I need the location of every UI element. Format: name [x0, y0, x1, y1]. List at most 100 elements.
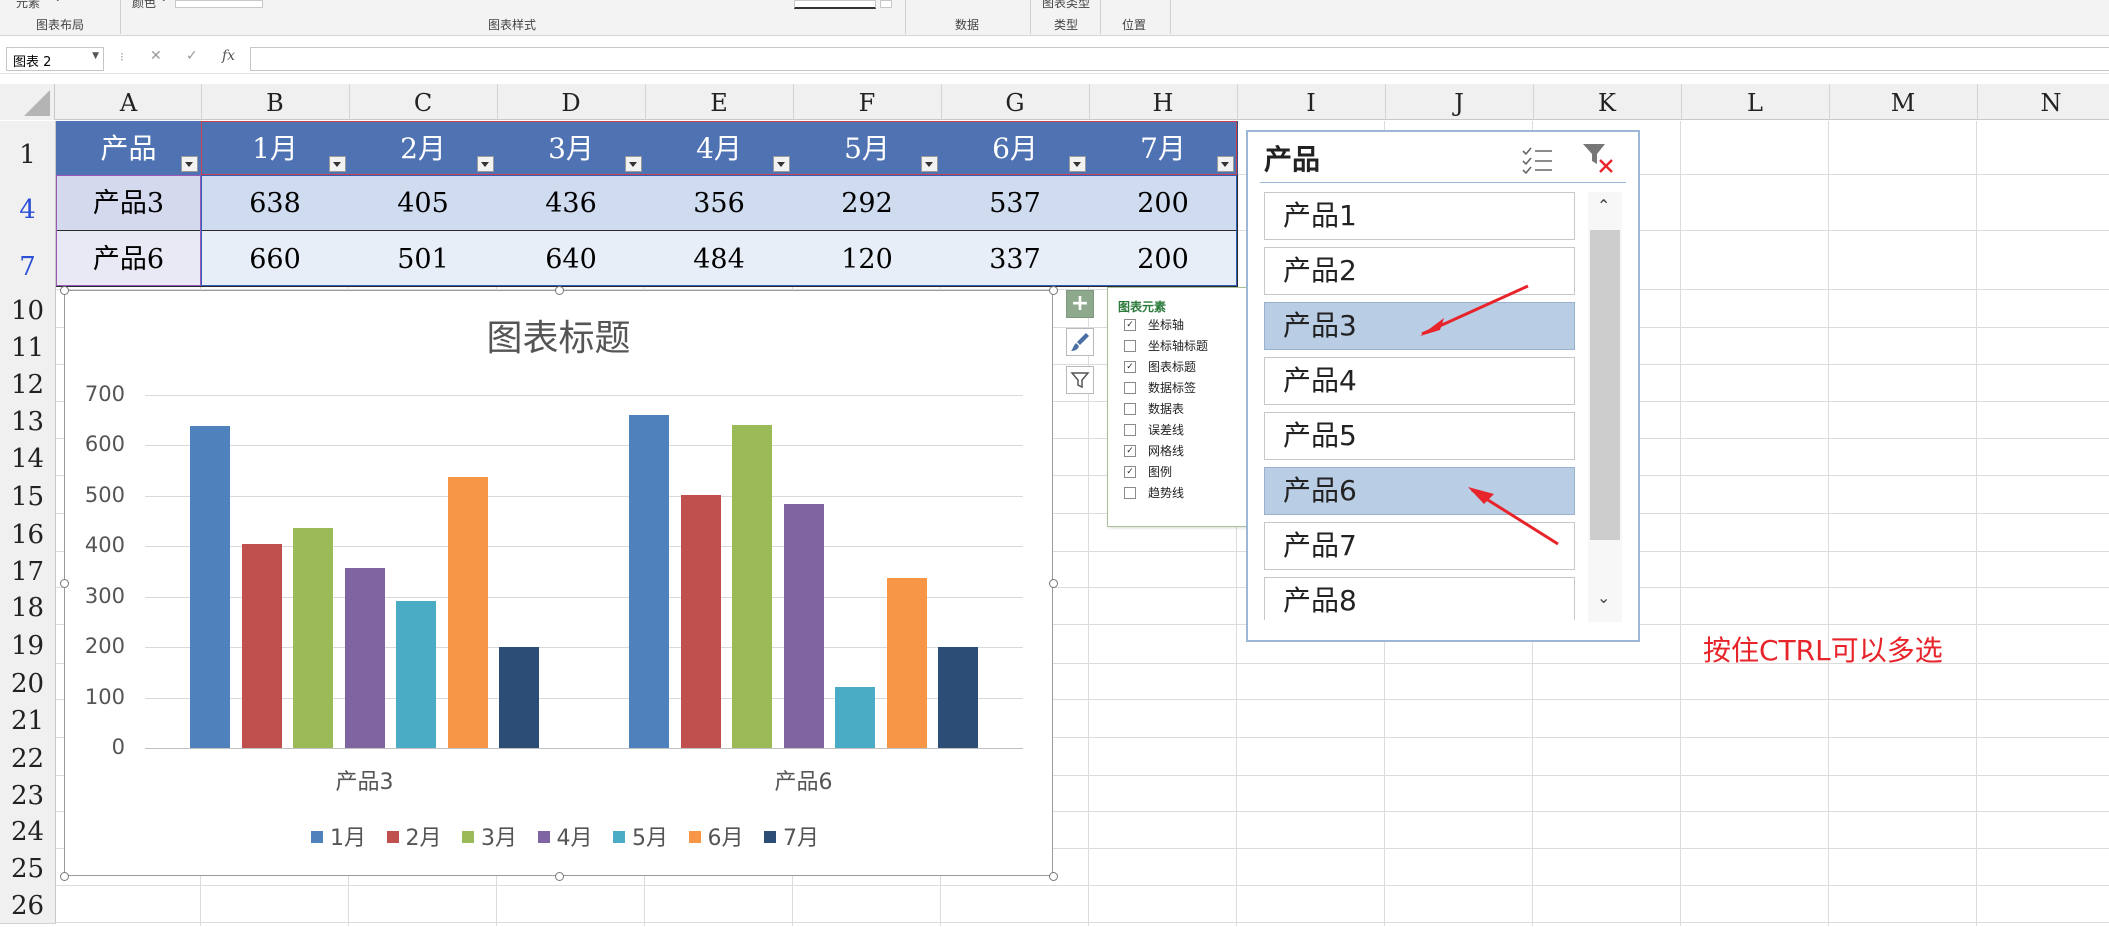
table-cell[interactable]: 120	[793, 231, 942, 287]
checkbox-checked[interactable]: ✓	[1124, 465, 1136, 478]
change-chart-type-label[interactable]: 图表类型	[1042, 0, 1090, 11]
table-cell[interactable]: 337	[941, 231, 1090, 287]
resize-handle[interactable]	[60, 872, 69, 881]
filter-dropdown-icon[interactable]	[773, 156, 790, 172]
slicer-scroll-thumb[interactable]	[1590, 230, 1620, 540]
bar[interactable]	[680, 495, 721, 748]
slicer-item[interactable]: 产品4	[1264, 357, 1575, 405]
column-header-g[interactable]: G	[941, 84, 1090, 120]
checkbox-checked[interactable]: ✓	[1124, 360, 1136, 373]
row-header-23[interactable]: 23	[0, 776, 56, 813]
change-colors-label[interactable]: 颜色	[132, 0, 156, 11]
chart-filters-button[interactable]	[1066, 366, 1094, 394]
row-header-20[interactable]: 20	[0, 664, 56, 701]
filter-dropdown-icon[interactable]	[1217, 156, 1234, 172]
chart-element-option[interactable]: 误差线	[1124, 421, 1184, 438]
column-header-d[interactable]: D	[497, 84, 646, 120]
table-cell[interactable]: 638	[201, 175, 350, 231]
checkbox-unchecked[interactable]	[1124, 402, 1136, 415]
add-chart-element-label[interactable]: 元素	[16, 0, 40, 11]
chart-element-option[interactable]: 趋势线	[1124, 484, 1184, 501]
row-header-7[interactable]: 7	[0, 231, 56, 291]
resize-handle[interactable]	[554, 286, 564, 295]
table-header-cell[interactable]: 3月	[497, 121, 646, 175]
multi-select-icon[interactable]	[1520, 144, 1554, 174]
chart-element-option[interactable]: 数据标签	[1124, 379, 1196, 396]
filter-dropdown-icon[interactable]	[625, 156, 642, 172]
chart-styles-button[interactable]	[1066, 328, 1094, 356]
bar[interactable]	[499, 647, 539, 748]
bar[interactable]	[732, 425, 772, 748]
table-header-cell[interactable]: 2月	[349, 121, 498, 175]
chevron-down-icon[interactable]: ⌄	[1597, 588, 1610, 607]
legend-item[interactable]: 3月	[462, 820, 517, 852]
chart-element-option[interactable]: 坐标轴标题	[1124, 337, 1208, 354]
fx-icon[interactable]: fx	[222, 48, 235, 64]
table-cell[interactable]: 484	[645, 231, 794, 287]
bar[interactable]	[396, 600, 436, 748]
bar[interactable]	[835, 687, 875, 748]
filter-dropdown-icon[interactable]	[477, 156, 494, 172]
chevron-up-icon[interactable]: ⌃	[1597, 196, 1610, 215]
table-header-cell[interactable]: 产品	[56, 121, 202, 175]
row-header-26[interactable]: 26	[0, 886, 56, 924]
table-header-cell[interactable]: 1月	[201, 121, 350, 175]
row-header-4[interactable]: 4	[0, 175, 56, 232]
resize-handle[interactable]	[1049, 579, 1058, 588]
bar[interactable]	[293, 528, 333, 748]
chart-element-option[interactable]: ✓ 图表标题	[1124, 358, 1196, 375]
bar[interactable]	[783, 503, 824, 748]
bar[interactable]	[447, 477, 488, 748]
row-header-19[interactable]: 19	[0, 625, 56, 665]
chart-style-thumb[interactable]	[794, 0, 876, 9]
resize-handle[interactable]	[554, 872, 564, 881]
row-header-14[interactable]: 14	[0, 439, 56, 477]
column-header-j[interactable]: J	[1385, 84, 1534, 120]
bar[interactable]	[190, 426, 230, 748]
column-header-m[interactable]: M	[1829, 84, 1978, 120]
checkbox-checked[interactable]: ✓	[1124, 444, 1136, 457]
column-header-n[interactable]: N	[1977, 84, 2109, 120]
formula-input[interactable]	[250, 47, 2109, 71]
gallery-more-button[interactable]	[880, 0, 892, 8]
clear-filter-icon[interactable]	[1580, 140, 1616, 176]
column-header-f[interactable]: F	[793, 84, 942, 120]
name-box[interactable]: 图表 2 ▼	[6, 47, 104, 71]
legend-item[interactable]: 7月	[764, 820, 819, 852]
chevron-down-icon[interactable]: ▼	[92, 51, 99, 61]
filter-dropdown-icon[interactable]	[921, 156, 938, 172]
bar[interactable]	[241, 543, 282, 748]
resize-handle[interactable]	[60, 579, 69, 588]
row-header-1[interactable]: 1	[0, 121, 56, 176]
row-header-16[interactable]: 16	[0, 514, 56, 553]
bar[interactable]	[886, 578, 927, 748]
row-header-21[interactable]: 21	[0, 700, 56, 739]
checkbox-unchecked[interactable]	[1124, 381, 1136, 394]
select-all-button[interactable]	[0, 84, 55, 120]
column-header-k[interactable]: K	[1533, 84, 1682, 120]
chart[interactable]: 图表标题 0 100 200 300 400 500 600 700 产品3 产品6 1月 2月 3月…	[60, 286, 1058, 881]
filter-dropdown-icon[interactable]	[329, 156, 346, 172]
legend-item[interactable]: 2月	[386, 820, 442, 852]
legend-item[interactable]: 4月	[537, 820, 593, 852]
table-cell[interactable]: 436	[497, 175, 646, 231]
table-header-cell[interactable]: 5月	[793, 121, 942, 175]
chart-style-thumb[interactable]	[175, 0, 263, 8]
checkbox-unchecked[interactable]	[1124, 339, 1136, 352]
table-cell[interactable]: 501	[349, 231, 498, 287]
bar[interactable]	[344, 568, 385, 748]
legend-item[interactable]: 1月	[311, 820, 366, 852]
table-row-label[interactable]: 产品3	[56, 175, 202, 231]
resize-handle[interactable]	[1049, 286, 1058, 295]
row-header-17[interactable]: 17	[0, 552, 56, 589]
row-header-12[interactable]: 12	[0, 365, 56, 403]
column-header-c[interactable]: C	[349, 84, 498, 120]
table-cell[interactable]: 356	[645, 175, 794, 231]
bar[interactable]	[629, 415, 669, 748]
table-cell[interactable]: 537	[941, 175, 1090, 231]
resize-handle[interactable]	[1049, 872, 1058, 881]
slicer-item[interactable]: 产品8	[1264, 577, 1575, 620]
row-header-24[interactable]: 24	[0, 812, 56, 850]
chart-title[interactable]: 图表标题	[65, 309, 1052, 361]
resize-handle[interactable]	[60, 286, 69, 295]
